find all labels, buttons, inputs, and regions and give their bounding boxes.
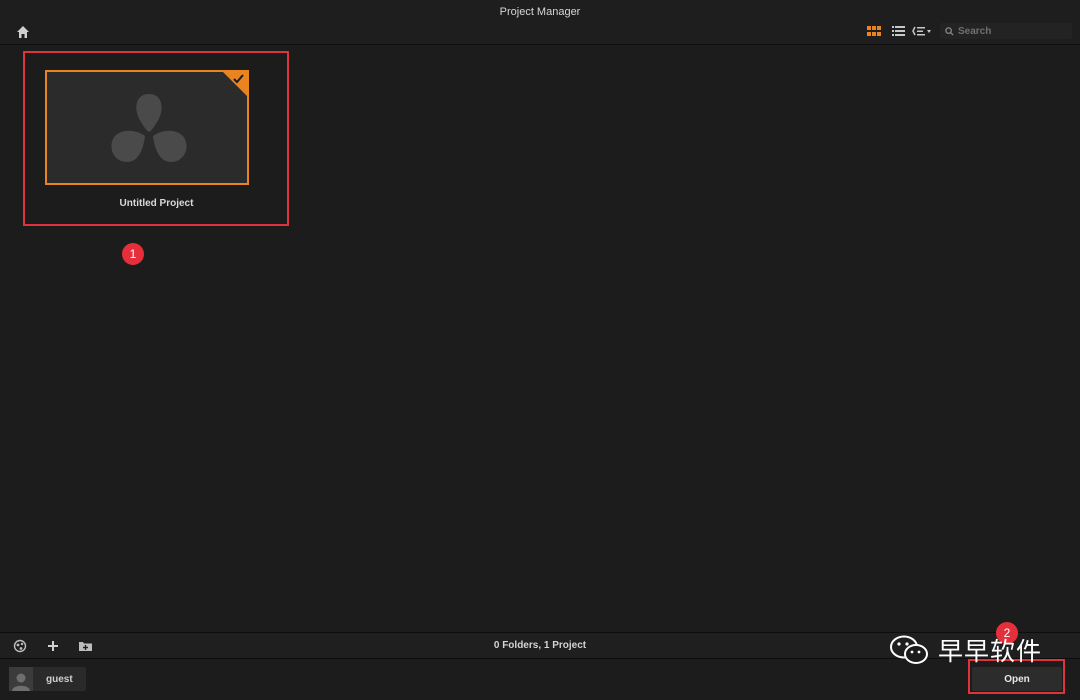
user-icon <box>12 673 30 691</box>
list-view-icon[interactable] <box>886 23 910 39</box>
selected-check-icon <box>223 72 247 96</box>
resolve-logo-icon <box>111 94 187 162</box>
search-input[interactable] <box>958 25 1068 37</box>
grid-view-icon[interactable] <box>862 23 886 39</box>
user-button[interactable]: guest <box>9 667 86 691</box>
avatar <box>9 667 33 691</box>
search-icon <box>945 26 954 36</box>
open-button[interactable]: Open <box>972 667 1062 691</box>
project-browser: Untitled Project 1 <box>0 45 1080 632</box>
window-title: Project Manager <box>499 6 581 18</box>
project-name: Untitled Project <box>119 198 194 209</box>
project-tile[interactable]: Untitled Project <box>24 52 289 227</box>
home-icon[interactable] <box>16 25 30 39</box>
project-thumbnail[interactable] <box>45 70 249 185</box>
status-bar: 0 Folders, 1 Project <box>0 632 1080 658</box>
view-toolbar <box>862 23 1072 39</box>
annotation-badge-1: 1 <box>122 243 144 265</box>
user-name: guest <box>46 673 73 685</box>
search-box <box>940 23 1072 39</box>
footer-bar: guest Open <box>0 658 1080 700</box>
title-bar: Project Manager <box>0 0 1080 45</box>
sort-options-icon[interactable] <box>910 23 934 39</box>
annotation-badge-2: 2 <box>996 622 1018 644</box>
project-count-status: 0 Folders, 1 Project <box>493 640 587 651</box>
